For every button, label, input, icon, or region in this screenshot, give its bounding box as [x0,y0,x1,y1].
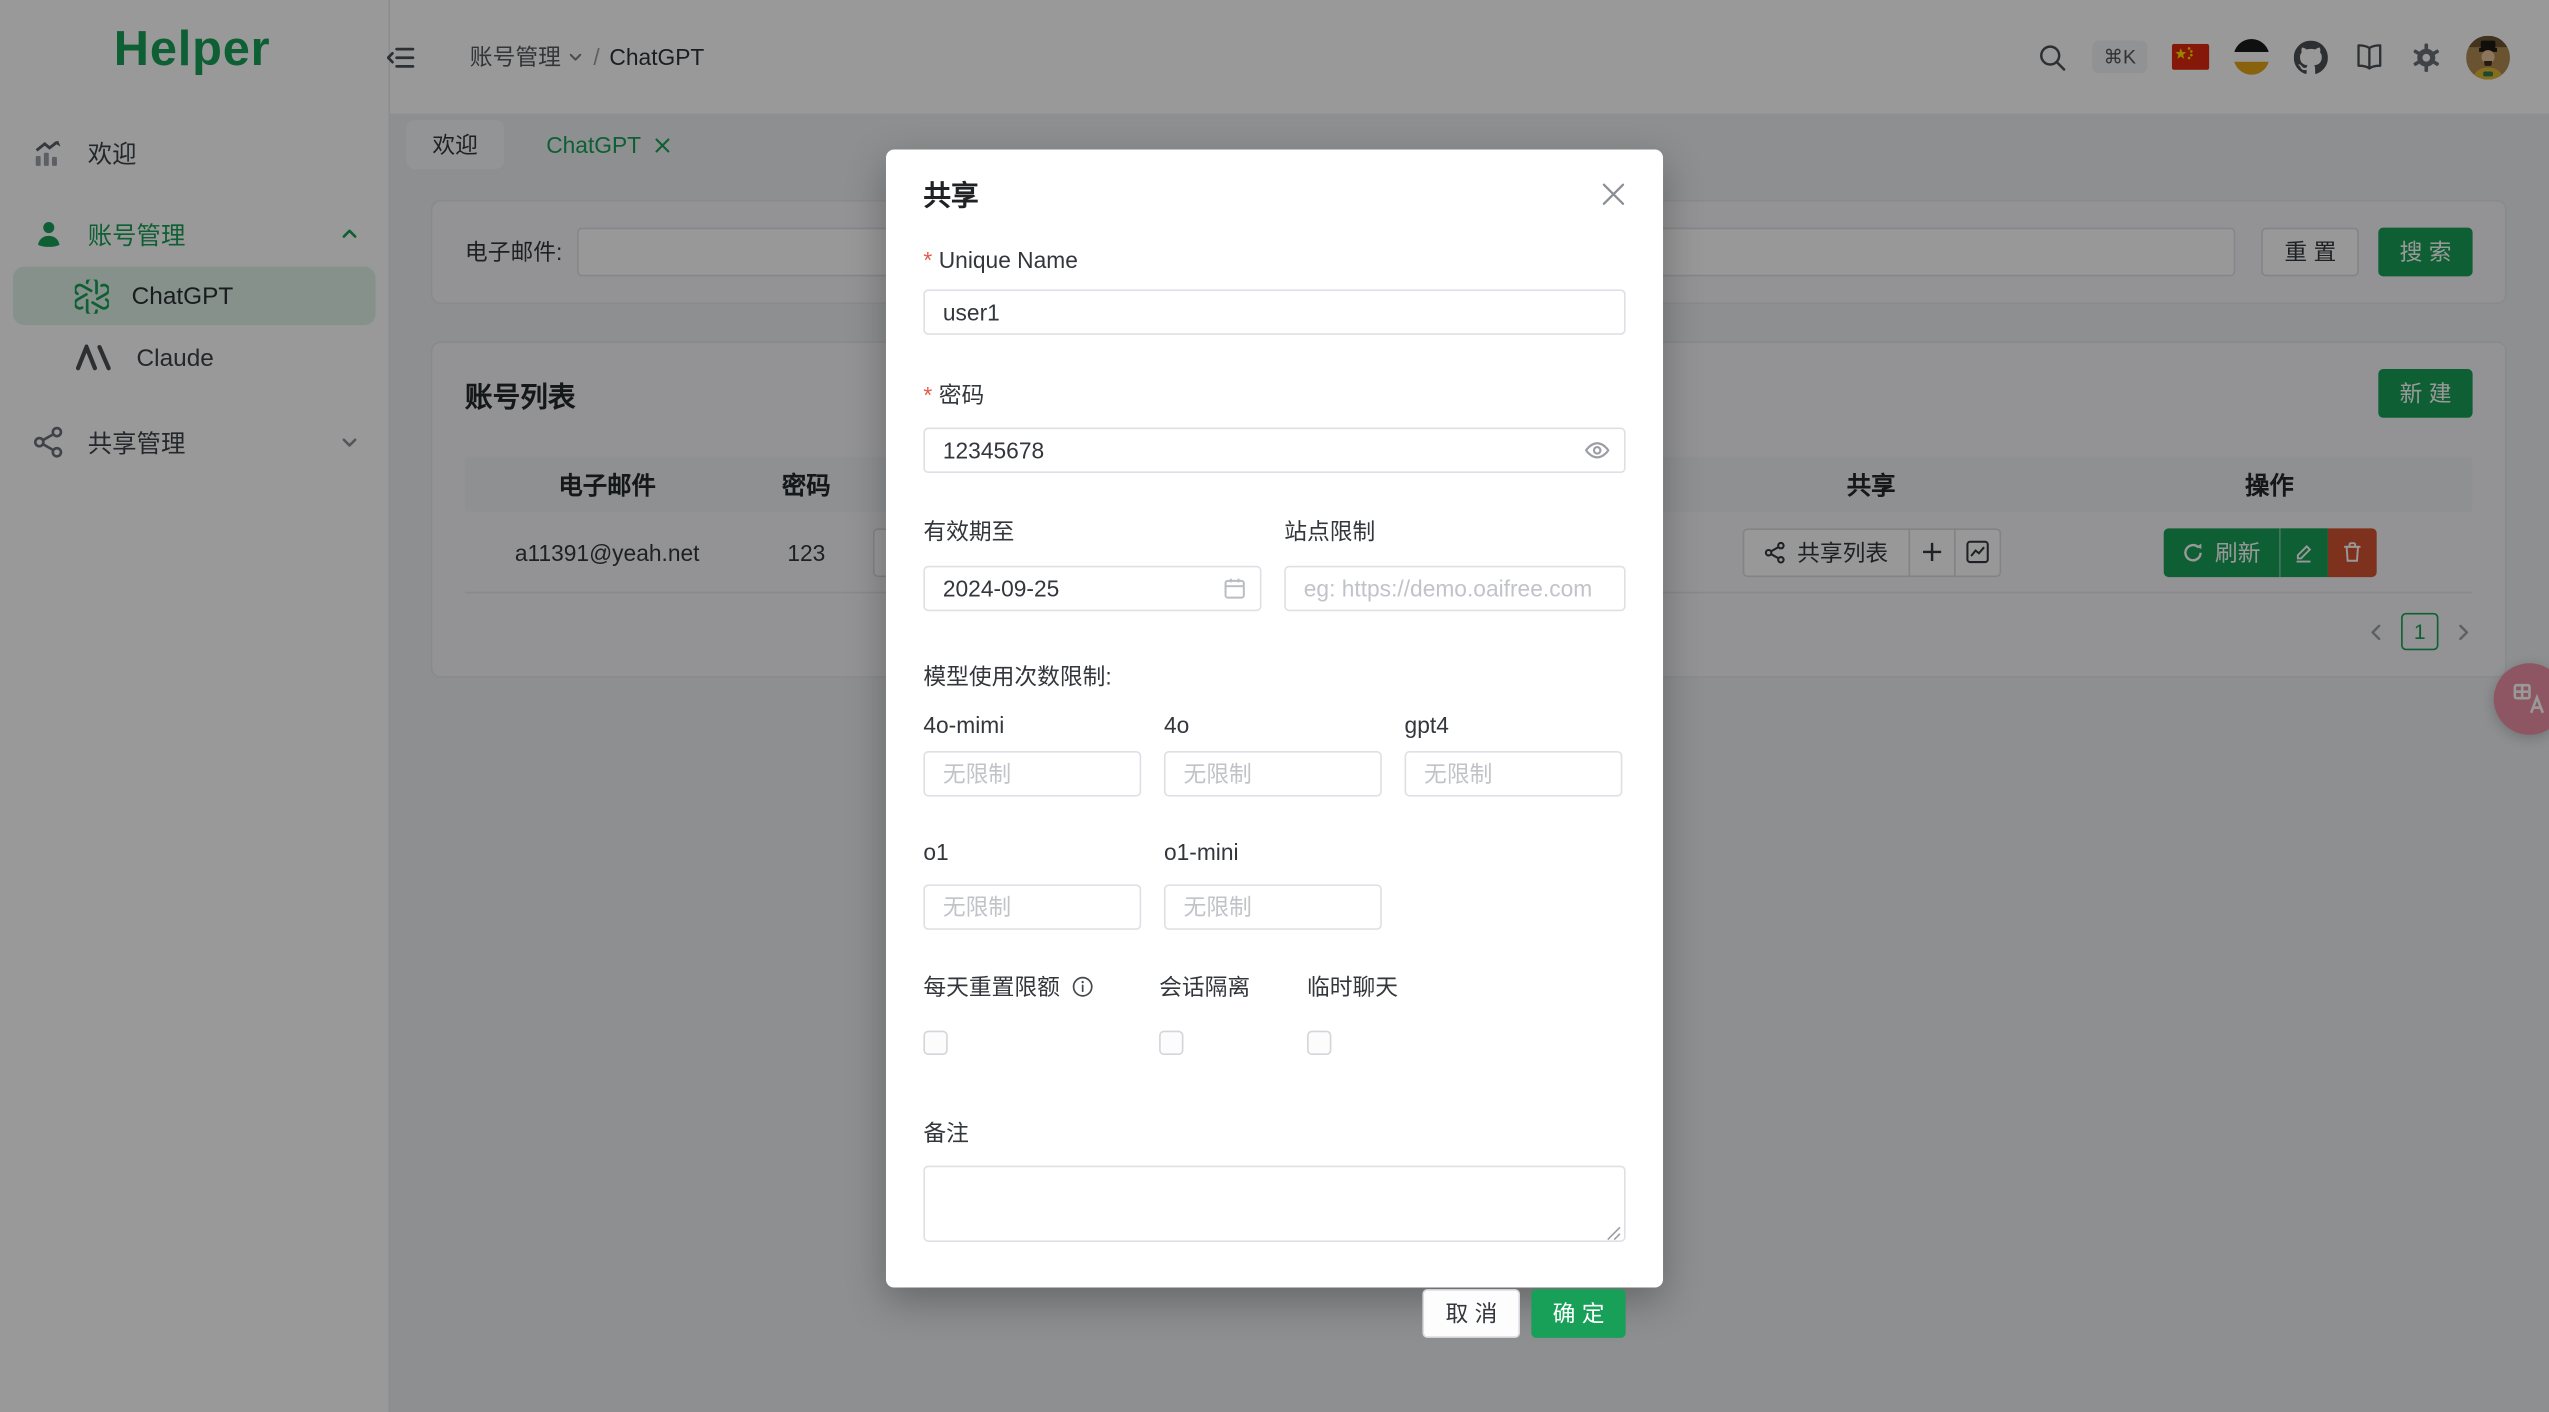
info-icon[interactable] [1071,975,1094,998]
password-label: * 密码 [923,379,1625,412]
model-label-o1: o1 [923,838,949,865]
daily-reset-checkbox[interactable] [923,1030,948,1056]
session-isolation-checkbox[interactable] [1159,1030,1184,1056]
remark-label: 备注 [923,1120,969,1147]
label-text: Unique Name [938,247,1078,274]
model-label-4o: 4o [1163,712,1190,739]
model-limit-input-gpt4[interactable] [1404,751,1623,797]
model-limit-input-o1[interactable] [923,884,1142,930]
site-limit-wrap [1284,565,1626,612]
page: Helper 欢迎 账号管理 ChatGPT Claude 共享管理 账号管理 … [0,0,2549,1412]
remark-wrap [923,1165,1626,1251]
cancel-button[interactable]: 取 消 [1422,1289,1521,1338]
daily-reset-label: 每天重置限额 [923,971,1159,1004]
model-label-4o-mimi: 4o-mimi [923,712,1005,739]
model-limit-input-o1-mini[interactable] [1163,884,1382,930]
model-limit-input-4o[interactable] [1163,751,1382,797]
date-site-labels: 有效期至 站点限制 [923,515,1625,548]
valid-until-wrap [923,565,1262,612]
model-limits-title: 模型使用次数限制: [923,663,1112,690]
label-text: 每天重置限额 [923,973,1060,1000]
model-limit-input-4o-mimi[interactable] [923,751,1142,797]
site-limit-label: 站点限制 [1284,518,1376,545]
confirm-button[interactable]: 确 定 [1531,1289,1626,1338]
modal-buttons: 取 消 确 定 [923,1289,1626,1338]
modal-close-icon[interactable] [1596,177,1630,211]
model-inputs-row1 [923,751,1625,797]
model-inputs-row2 [923,884,1625,930]
password-wrap [923,427,1626,474]
temp-chat-label: 临时聊天 [1307,973,1399,1000]
share-modal: 共享 * Unique Name * 密码 [885,149,1664,1338]
site-limit-input[interactable] [1284,565,1626,612]
checkbox-row [923,1030,1625,1064]
temp-chat-checkbox[interactable] [1307,1030,1332,1056]
modal-title: 共享 [923,180,979,212]
date-site-inputs [923,565,1626,612]
model-label-gpt4: gpt4 [1404,712,1449,739]
unique-name-label: * Unique Name [923,247,1625,273]
checkbox-labels: 每天重置限额 会话隔离 临时聊天 [923,971,1625,1004]
calendar-icon[interactable] [1222,576,1246,600]
valid-until-input[interactable] [923,565,1262,612]
model-labels-row2: o1 o1-mini [923,839,1625,865]
password-input[interactable] [923,427,1626,474]
model-labels-row1: 4o-mimi 4o gpt4 [923,712,1625,738]
unique-name-input[interactable] [923,289,1626,335]
unique-name-wrap [923,289,1626,335]
session-isolation-label: 会话隔离 [1159,973,1251,1000]
valid-until-label: 有效期至 [923,518,1015,545]
required-mark: * [923,247,933,274]
eye-icon[interactable] [1583,436,1611,464]
model-label-o1-mini: o1-mini [1163,838,1239,865]
required-mark: * [923,382,933,409]
label-text: 密码 [938,382,985,409]
remark-textarea[interactable] [923,1165,1626,1242]
